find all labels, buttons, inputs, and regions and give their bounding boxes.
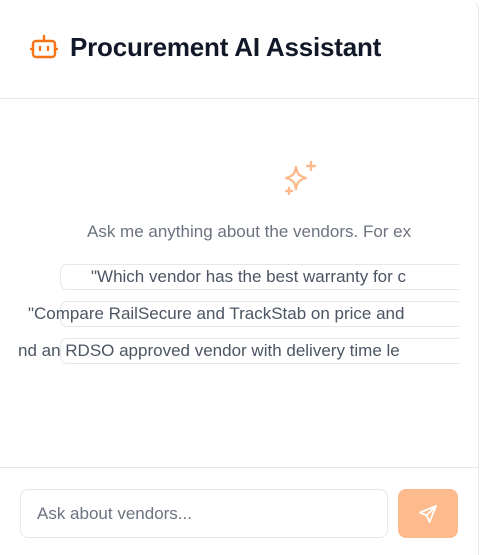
example-prompt-text: "Compare RailSecure and TrackStab on pri… [28,304,405,323]
chat-panel: Procurement AI Assistant Ask me anything… [0,0,479,555]
page-title: Procurement AI Assistant [70,31,382,62]
sparkles-icon [284,160,317,196]
example-prompt-text: nd an RDSO approved vendor with delivery… [18,341,400,360]
send-icon [419,504,437,523]
example-prompts: "Which vendor has the best warranty for … [0,263,459,373]
chat-input[interactable] [20,489,388,538]
example-prompt-text: "Which vendor has the best warranty for … [91,267,407,286]
chat-composer [0,467,478,555]
page-edge [479,0,483,555]
chat-header: Procurement AI Assistant [0,0,478,99]
robot-icon [30,34,58,59]
intro-text: Ask me anything about the vendors. For e… [87,222,412,241]
send-button[interactable] [398,489,458,538]
chat-messages-area: Ask me anything about the vendors. For e… [0,100,478,466]
